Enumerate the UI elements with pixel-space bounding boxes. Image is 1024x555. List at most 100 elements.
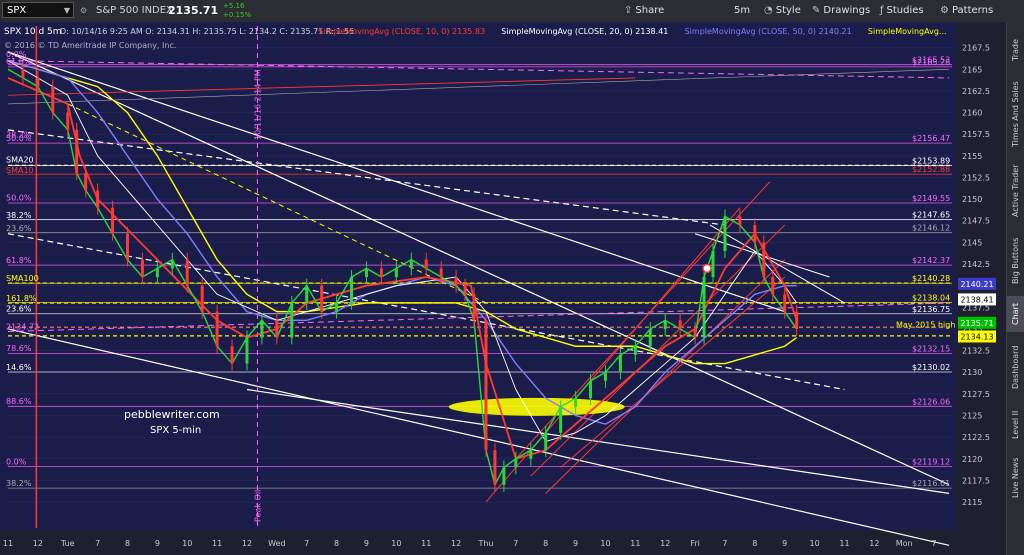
candle-body: [723, 216, 727, 252]
y-tick-label: 2162.5: [962, 87, 990, 96]
level-price-label: $2119.12: [912, 457, 950, 466]
candle-body: [185, 259, 189, 286]
y-tick-label: 2150: [962, 195, 982, 204]
y-tick-label: 2147.5: [962, 217, 990, 226]
x-tick-label: 9: [364, 539, 369, 548]
candle-body: [633, 346, 637, 355]
patterns-button[interactable]: ⚙ Patterns: [940, 0, 993, 22]
x-tick-label: 11: [421, 539, 431, 548]
level-price-label: $2130.02: [912, 363, 950, 372]
candle-body: [305, 285, 309, 303]
symbol-input[interactable]: SPX ▼: [2, 2, 74, 18]
candle-body: [454, 277, 458, 286]
y-tick-label: 2160: [962, 109, 982, 118]
may-high-label: May 2015 high: [896, 321, 955, 330]
price-badge-label: 2140.21: [960, 280, 993, 289]
studies-button[interactable]: ƒ Studies: [880, 0, 924, 22]
level-price-label: $2126.06: [912, 397, 950, 406]
level-price-label: $2142.37: [912, 256, 950, 265]
candle-body: [753, 225, 757, 243]
level-price-label: $2149.55: [912, 194, 950, 203]
candle-body: [618, 354, 622, 373]
fib-level-label: SMA100: [6, 274, 39, 283]
sidebar-tab-level-ii[interactable]: Level II: [1007, 402, 1024, 448]
candle-body: [409, 259, 413, 269]
x-tick-label: Wed: [268, 539, 285, 548]
level-price-label: $2116.61: [912, 479, 950, 488]
x-tick-label: 8: [125, 539, 130, 548]
price-badge-label: 2134.13: [960, 332, 993, 341]
gear-icon[interactable]: ⚙: [80, 0, 87, 22]
level-price-label: $2147.65: [912, 210, 950, 219]
x-tick-label: 11: [630, 539, 640, 548]
level-price-label: $2136.75: [912, 305, 950, 314]
candle-body: [502, 467, 506, 485]
fib-level-label: 88.6%: [6, 397, 32, 406]
toolbar: SPX ▼ ⚙ S&P 500 INDEX 2135.71 +5.16 +0.15…: [0, 0, 1024, 23]
studies-icon: ƒ: [880, 5, 884, 16]
candle-body: [771, 277, 775, 295]
candle-body: [762, 242, 766, 277]
symbol-value: SPX: [7, 5, 27, 16]
candle-body: [275, 320, 279, 338]
candle-body: [439, 268, 443, 277]
candle-body: [711, 251, 715, 277]
y-tick-label: 2122.5: [962, 433, 990, 442]
sidebar-tab-chart[interactable]: Chart: [1007, 296, 1024, 332]
fib-level-label: 61.8%: [6, 256, 32, 265]
candle-body: [472, 294, 476, 321]
x-tick-label: 9: [155, 539, 160, 548]
x-tick-label: 11: [3, 539, 13, 548]
sidebar-tab-trade[interactable]: Trade: [1007, 28, 1024, 72]
watermark-subtitle: SPX 5-min: [150, 425, 201, 436]
x-tick-label: Fri: [690, 539, 700, 548]
candle-body: [574, 398, 578, 407]
fib-level-label: 38.2%: [6, 211, 32, 220]
sidebar-tab-dashboard[interactable]: Dashboard: [1007, 336, 1024, 398]
x-tick-label: 7: [95, 539, 100, 548]
candle-body: [84, 173, 88, 191]
chart-title: SPX 10 d 5m: [4, 27, 62, 37]
y-tick-label: 2115: [962, 498, 982, 507]
candle-body: [51, 86, 55, 113]
signal-marker: [702, 263, 712, 274]
fib-level-label: 2134.72: [6, 322, 39, 331]
timeframe-button[interactable]: 5m: [734, 0, 750, 22]
share-button[interactable]: ⇪ Share: [624, 0, 664, 22]
level-price-label: $2138.04: [912, 294, 950, 303]
drawings-button[interactable]: ✎ Drawings: [812, 0, 870, 22]
style-icon: ◔: [764, 5, 773, 16]
sidebar-tab-live-news[interactable]: Live News: [1007, 452, 1024, 504]
patterns-icon: ⚙: [940, 5, 949, 16]
x-tick-label: 7: [722, 539, 727, 548]
sidebar-tab-big-buttons[interactable]: Big Buttons: [1007, 230, 1024, 292]
y-tick-label: 2127.5: [962, 390, 990, 399]
candle-body: [514, 458, 518, 468]
candle-body: [424, 259, 428, 269]
y-tick-label: 2120: [962, 455, 982, 464]
x-tick-label: 9: [573, 539, 578, 548]
candle-body: [230, 346, 234, 364]
pencil-icon: ✎: [812, 5, 821, 16]
x-tick-label: 10: [391, 539, 401, 548]
x-tick-label: 12: [869, 539, 879, 548]
candle-body: [559, 406, 563, 433]
y-tick-label: 2152.5: [962, 173, 990, 182]
style-button[interactable]: ◔ Style: [764, 0, 801, 22]
candle-body: [364, 268, 368, 277]
price-badge-label: 2138.41: [960, 295, 993, 304]
price-chart[interactable]: $2165.53$2165.28$2156.47$2153.89$2152.88…: [0, 22, 1006, 555]
candle-body: [484, 320, 488, 451]
level-price-label: $2153.89: [912, 156, 950, 165]
sidebar-tab-times-and-sales[interactable]: Times And Sales: [1007, 76, 1024, 152]
x-tick-label: 8: [543, 539, 548, 548]
sidebar-tab-active-trader[interactable]: Active Trader: [1007, 156, 1024, 226]
candle-body: [795, 311, 799, 329]
candle-body: [693, 328, 697, 338]
y-tick-label: 2130: [962, 368, 982, 377]
candle-body: [140, 259, 144, 277]
fib-level-label: 50.0%: [6, 194, 32, 203]
fib-level-label: SMA20: [6, 155, 34, 164]
candle-body: [529, 450, 533, 459]
y-tick-label: 2132.5: [962, 347, 990, 356]
